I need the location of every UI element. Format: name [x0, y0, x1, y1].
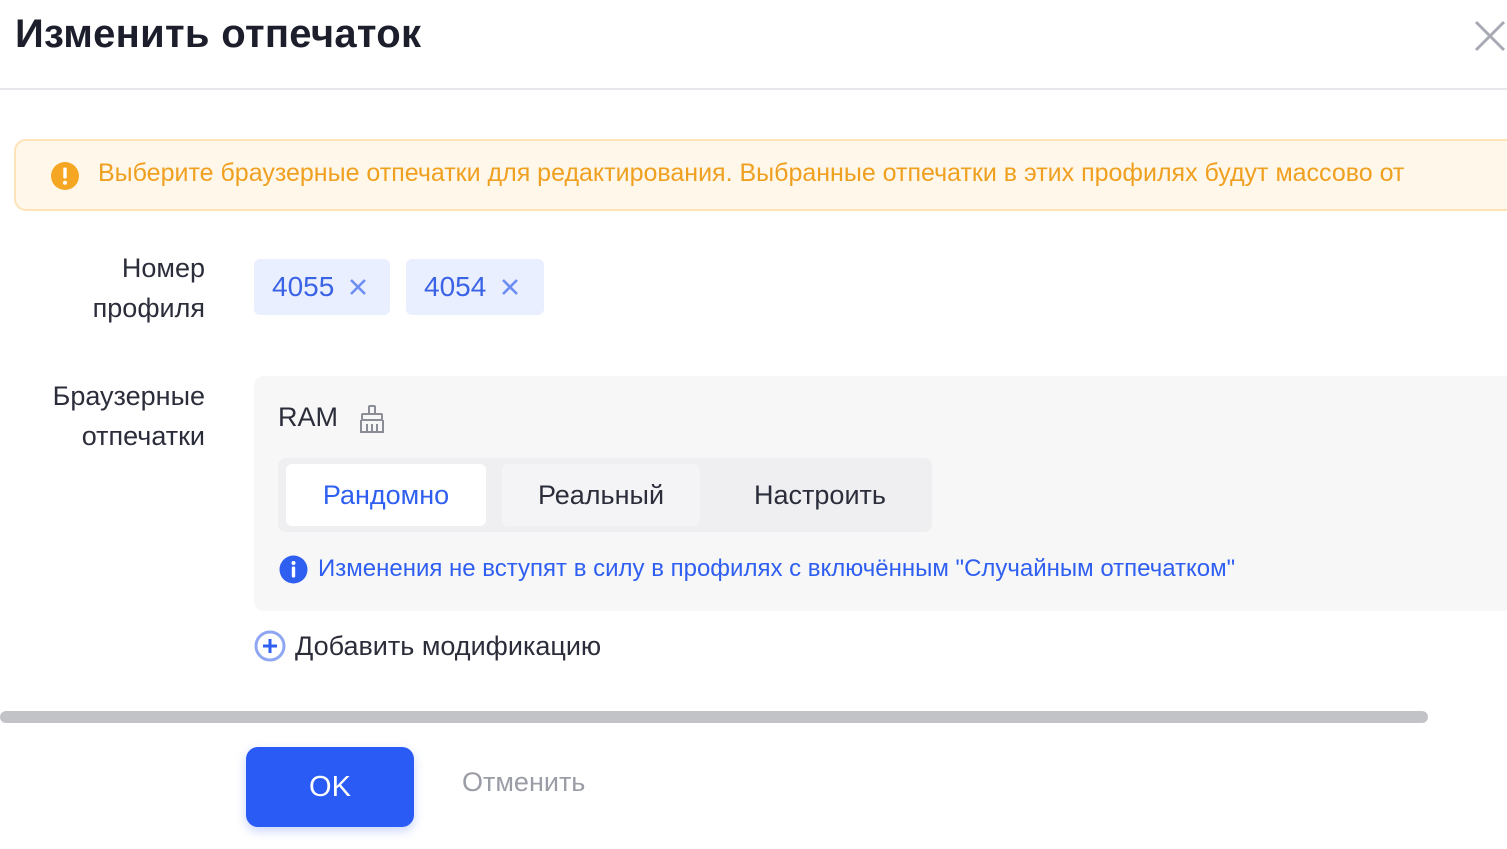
warning-alert: Выберите браузерные отпечатки для редакт… — [14, 139, 1507, 211]
warning-icon — [50, 161, 80, 191]
dialog-header: Изменить отпечаток — [0, 0, 1507, 90]
profile-tag-label: 4055 — [272, 271, 335, 302]
option-real[interactable]: Реальный — [502, 464, 700, 526]
broom-icon[interactable] — [358, 404, 386, 434]
plus-circle-icon — [254, 630, 286, 662]
profile-number-label: Номер профиля — [92, 253, 205, 323]
remove-tag-icon[interactable] — [500, 277, 520, 297]
profile-tag-label: 4054 — [424, 271, 487, 302]
edit-fingerprint-dialog: Изменить отпечаток Выберите браузерные о… — [0, 0, 1507, 849]
add-modification-label: Добавить модификацию — [295, 630, 602, 661]
dialog-title: Изменить отпечаток — [15, 12, 422, 56]
remove-tag-icon[interactable] — [348, 277, 368, 297]
profile-tag[interactable]: 4055 — [254, 259, 390, 315]
option-random[interactable]: Рандомно — [286, 464, 486, 526]
browser-fingerprints-label: Браузерные отпечатки — [52, 381, 205, 451]
alert-text: Выберите браузерные отпечатки для редакт… — [98, 159, 1405, 187]
fingerprint-item-panel: RAM Рандомно Реальный Настроить Изменени… — [254, 376, 1507, 611]
horizontal-scrollbar[interactable] — [0, 711, 1428, 723]
close-icon[interactable] — [1468, 14, 1507, 58]
ok-button[interactable]: OK — [246, 747, 414, 827]
cancel-button[interactable]: Отменить — [462, 767, 585, 798]
ram-mode-segmented-control: Рандомно Реальный Настроить — [278, 458, 932, 532]
info-icon — [279, 555, 308, 584]
add-modification-button[interactable]: Добавить модификацию — [254, 630, 601, 662]
option-custom[interactable]: Настроить — [716, 464, 924, 526]
fingerprint-item-name: RAM — [278, 402, 338, 432]
info-note: Изменения не вступят в силу в профилях с… — [318, 555, 1236, 582]
profile-tag[interactable]: 4054 — [406, 259, 544, 315]
